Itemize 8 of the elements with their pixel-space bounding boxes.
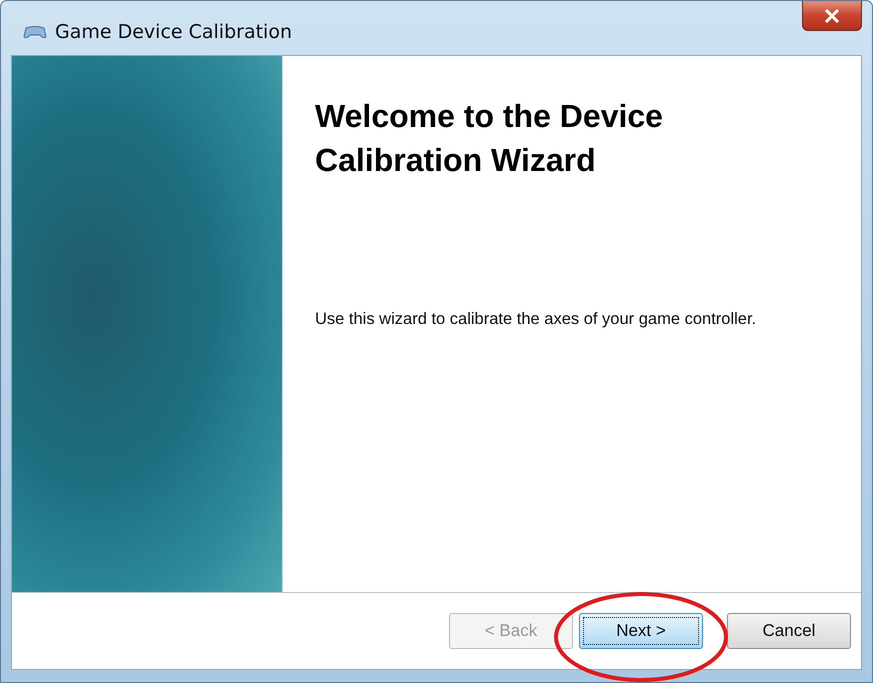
close-icon bbox=[824, 8, 840, 22]
close-button[interactable] bbox=[802, 1, 862, 31]
wizard-button[interactable]: Cancel bbox=[727, 613, 851, 649]
gamepad-icon bbox=[23, 24, 47, 40]
window-title: Game Device Calibration bbox=[55, 21, 292, 43]
wizard-heading: Welcome to the Device Calibration Wizard bbox=[315, 97, 664, 180]
wizard-description: Use this wizard to calibrate the axes of your game controller. bbox=[315, 310, 758, 329]
wizard-button[interactable]: Next > bbox=[579, 613, 703, 649]
